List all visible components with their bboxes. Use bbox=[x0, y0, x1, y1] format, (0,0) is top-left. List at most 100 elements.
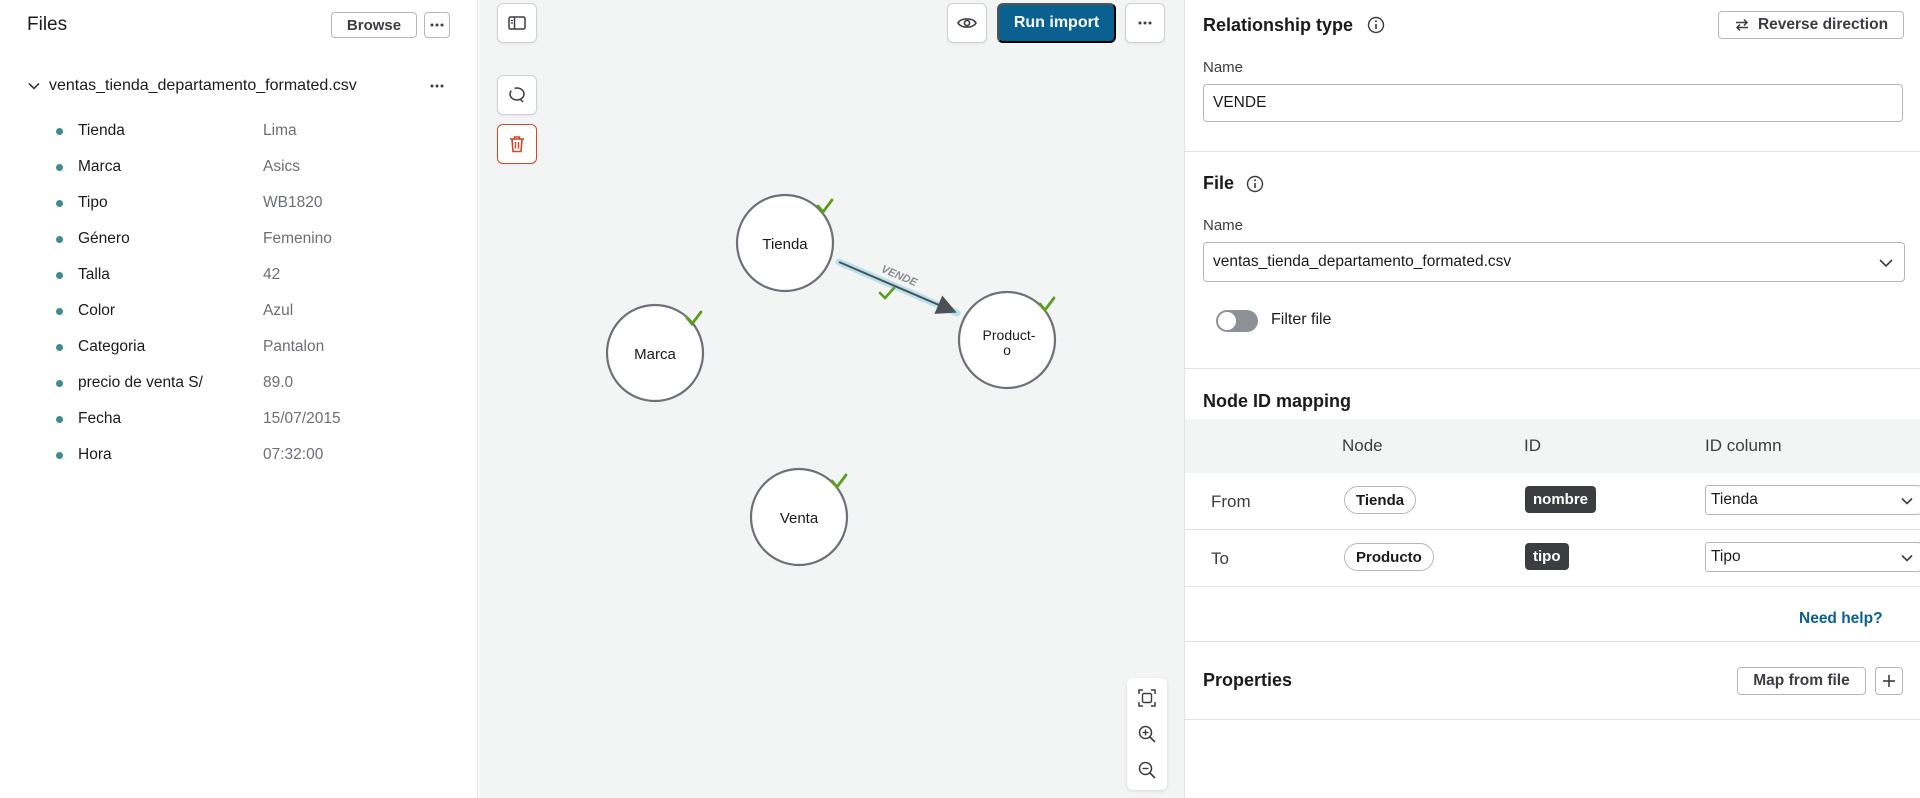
field-row[interactable]: precio de venta S/89.0 bbox=[56, 365, 456, 401]
relationship-name-input[interactable]: VENDE bbox=[1203, 84, 1903, 122]
field-dot-icon bbox=[56, 235, 63, 243]
file-more-button[interactable] bbox=[427, 76, 447, 96]
node-pill[interactable]: Tienda bbox=[1344, 486, 1417, 514]
id-property-tag: nombre bbox=[1525, 486, 1597, 513]
field-sample-value: Lima bbox=[263, 122, 297, 139]
plus-icon bbox=[1883, 675, 1895, 687]
run-import-button[interactable]: Run import bbox=[997, 3, 1116, 43]
browse-button[interactable]: Browse bbox=[331, 12, 417, 38]
field-sample-value: WB1820 bbox=[263, 194, 323, 211]
info-icon[interactable] bbox=[1367, 16, 1385, 34]
reverse-direction-label: Reverse direction bbox=[1757, 16, 1889, 33]
fit-screen-icon bbox=[1138, 689, 1156, 707]
field-sample-value: Asics bbox=[263, 158, 301, 175]
field-dot-icon bbox=[56, 163, 63, 171]
chevron-down-icon[interactable] bbox=[27, 79, 41, 93]
node-label: Tienda bbox=[762, 236, 808, 253]
field-sample-value: Pantalon bbox=[263, 338, 325, 355]
properties-title: Properties bbox=[1203, 670, 1293, 690]
id-property-tag: tipo bbox=[1525, 543, 1569, 570]
reverse-direction-button[interactable]: Reverse direction bbox=[1718, 11, 1904, 39]
field-dot-icon bbox=[56, 127, 63, 135]
field-dot-icon bbox=[56, 379, 63, 387]
node-id-mapping-title: Node ID mapping bbox=[1203, 391, 1351, 411]
node-producto[interactable]: Product- o bbox=[957, 290, 1057, 390]
node-tienda[interactable]: Tienda bbox=[735, 193, 835, 293]
id-column-value: Tienda bbox=[1711, 491, 1758, 508]
node-marca[interactable]: Marca bbox=[605, 303, 705, 403]
section-divider bbox=[1185, 151, 1920, 152]
check-icon bbox=[830, 473, 848, 490]
field-name: Género bbox=[78, 230, 130, 247]
swap-arrows-icon bbox=[1735, 18, 1749, 32]
file-item[interactable]: ventas_tienda_departamento_formated.csv bbox=[27, 74, 447, 98]
canvas-more-button[interactable] bbox=[1125, 3, 1165, 43]
files-more-button[interactable] bbox=[424, 12, 450, 38]
field-sample-value: 07:32:00 bbox=[263, 446, 324, 463]
more-horizontal-icon bbox=[430, 23, 444, 27]
field-row[interactable]: Género Femenino bbox=[56, 221, 456, 257]
field-sample-value: 15/07/2015 bbox=[263, 410, 341, 427]
map-from-file-button[interactable]: Map from file bbox=[1737, 667, 1866, 695]
delete-button[interactable] bbox=[497, 124, 537, 164]
field-row[interactable]: Talla 42 bbox=[56, 257, 456, 293]
add-property-button[interactable] bbox=[1875, 667, 1903, 695]
column-header-id-column: ID column bbox=[1705, 436, 1782, 455]
chevron-down-icon bbox=[1901, 497, 1913, 505]
import-app: Files Browse ventas_tienda_departamento_… bbox=[0, 0, 1920, 798]
field-dot-icon bbox=[56, 343, 63, 351]
lasso-select-button[interactable] bbox=[497, 75, 537, 115]
field-sample-value: Femenino bbox=[263, 230, 332, 247]
field-name: Tipo bbox=[78, 194, 108, 211]
field-row[interactable]: Fecha 15/07/2015 bbox=[56, 401, 456, 437]
need-help-link[interactable]: Need help? bbox=[1799, 610, 1883, 628]
field-row[interactable]: Color Azul bbox=[56, 293, 456, 329]
field-name: precio de venta S/ bbox=[78, 374, 203, 391]
id-column-select[interactable]: Tienda bbox=[1705, 485, 1920, 515]
filter-file-toggle[interactable] bbox=[1216, 310, 1258, 332]
node-label-wrap: o bbox=[1003, 342, 1011, 358]
mapping-table-header: Node ID ID column bbox=[1185, 419, 1920, 473]
sidebar-icon bbox=[508, 16, 526, 30]
field-row[interactable]: Hora 07:32:00 bbox=[56, 437, 456, 473]
field-dot-icon bbox=[56, 199, 63, 207]
info-icon[interactable] bbox=[1246, 175, 1264, 193]
graph-canvas[interactable]: VENDE Tienda Marca Product- o Venta Run … bbox=[479, 0, 1184, 798]
file-select[interactable]: ventas_tienda_departamento_formated.csv bbox=[1203, 242, 1905, 282]
file-name-label: Name bbox=[1203, 217, 1244, 234]
zoom-in-button[interactable] bbox=[1127, 716, 1167, 752]
lasso-icon bbox=[509, 87, 525, 103]
field-name: Tienda bbox=[78, 122, 125, 139]
field-sample-value: Azul bbox=[263, 302, 294, 319]
zoom-out-button[interactable] bbox=[1127, 752, 1167, 788]
node-label: Marca bbox=[634, 346, 676, 363]
mapping-row-to: To Producto tipo Tipo bbox=[1185, 530, 1920, 587]
fit-to-screen-button[interactable] bbox=[1127, 680, 1167, 716]
id-column-select[interactable]: Tipo bbox=[1705, 542, 1920, 572]
sidebar-toggle-button[interactable] bbox=[497, 3, 537, 43]
field-row[interactable]: Marca Asics bbox=[56, 149, 456, 185]
field-row[interactable]: Categoria Pantalon bbox=[56, 329, 456, 365]
trash-icon bbox=[510, 136, 524, 153]
column-header-node: Node bbox=[1342, 436, 1383, 455]
section-divider bbox=[1185, 719, 1920, 720]
mapping-direction: To bbox=[1211, 549, 1229, 568]
field-name: Talla bbox=[78, 266, 110, 283]
toggle-knob bbox=[1218, 312, 1236, 330]
section-divider bbox=[1185, 368, 1920, 369]
file-select-value: ventas_tienda_departamento_formated.csv bbox=[1213, 253, 1512, 270]
field-dot-icon bbox=[56, 451, 63, 459]
node-pill[interactable]: Producto bbox=[1344, 543, 1434, 571]
preview-button[interactable] bbox=[947, 3, 987, 43]
field-row[interactable]: Tienda Lima bbox=[56, 113, 456, 149]
file-field-list: Tienda Lima Marca Asics Tipo WB1820 Género F… bbox=[56, 113, 456, 473]
zoom-out-icon bbox=[1138, 761, 1156, 779]
chevron-down-icon bbox=[1879, 259, 1893, 268]
field-sample-value: 42 bbox=[263, 266, 281, 283]
node-label: Venta bbox=[780, 510, 819, 527]
mapping-row-from: From Tienda nombre Tienda bbox=[1185, 473, 1920, 530]
files-title: Files bbox=[27, 14, 68, 35]
field-row[interactable]: Tipo WB1820 bbox=[56, 185, 456, 221]
node-venta[interactable]: Venta bbox=[749, 467, 849, 567]
relationship-vende[interactable]: VENDE bbox=[835, 258, 961, 317]
